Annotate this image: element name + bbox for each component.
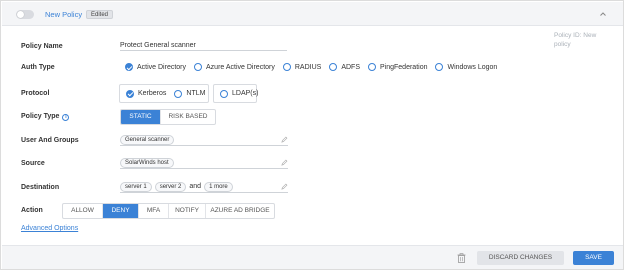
edit-icon[interactable] xyxy=(281,183,288,190)
destination-chip[interactable]: server 2 xyxy=(154,181,187,192)
toggle-knob xyxy=(17,11,24,18)
policy-type-segmented: STATIC RISK BASED xyxy=(120,109,216,125)
info-icon[interactable]: i xyxy=(62,114,70,121)
edited-badge: Edited xyxy=(86,9,114,19)
radio-label: Active Directory xyxy=(137,63,187,71)
radio-label: NTLM xyxy=(186,90,206,97)
radio-label: Azure Active Directory xyxy=(206,63,275,71)
destination-label: Destination xyxy=(21,184,60,191)
policy-type-static[interactable]: STATIC xyxy=(121,110,161,124)
auth-type-windows-logon[interactable]: Windows Logon xyxy=(435,63,497,71)
source-field[interactable]: SolarWinds host xyxy=(120,157,288,169)
user-groups-field[interactable]: General scanner xyxy=(120,134,288,146)
radio-checked-icon xyxy=(125,63,133,71)
user-group-chip[interactable]: General scanner xyxy=(120,134,175,145)
radio-icon xyxy=(220,89,228,98)
destination-and-text: and xyxy=(189,183,202,190)
auth-type-active-directory[interactable]: Active Directory xyxy=(125,63,186,71)
radio-label: Windows Logon xyxy=(447,63,498,71)
auth-type-group: Active Directory Azure Active Directory … xyxy=(125,62,505,72)
source-chip[interactable]: SolarWinds host xyxy=(120,157,174,168)
source-label: Source xyxy=(21,160,45,167)
edit-icon[interactable] xyxy=(281,136,288,143)
protocol-ldap-box: LDAP(s) xyxy=(213,84,259,103)
radio-label: LDAP(s) xyxy=(232,90,259,97)
auth-type-radius[interactable]: RADIUS xyxy=(282,63,322,71)
edit-icon[interactable] xyxy=(281,159,288,166)
protocol-label: Protocol xyxy=(21,90,50,97)
radio-label: Kerberos xyxy=(138,90,167,97)
protocol-kerberos[interactable]: Kerberos xyxy=(126,89,167,98)
policy-enable-toggle[interactable] xyxy=(16,10,34,19)
action-deny[interactable]: DENY xyxy=(103,204,139,218)
save-button[interactable]: SAVE xyxy=(573,251,614,265)
radio-label: ADFS xyxy=(341,63,360,71)
radio-label: PingFederation xyxy=(380,63,428,71)
action-segmented: ALLOW DENY MFA NOTIFY AZURE AD BRIDGE xyxy=(62,203,275,219)
policy-name-input[interactable]: Protect General scanner xyxy=(120,41,287,51)
auth-type-azure-ad[interactable]: Azure Active Directory xyxy=(194,63,275,71)
discard-changes-button[interactable]: DISCARD CHANGES xyxy=(477,251,564,265)
policy-title: New Policy xyxy=(45,10,83,19)
radio-icon xyxy=(435,63,444,71)
action-azure-ad-bridge[interactable]: AZURE AD BRIDGE xyxy=(206,204,274,218)
action-notify[interactable]: NOTIFY xyxy=(169,204,206,218)
advanced-options-link[interactable]: Advanced Options xyxy=(21,225,78,232)
action-mfa[interactable]: MFA xyxy=(139,204,169,218)
policy-type-risk-based[interactable]: RISK BASED xyxy=(161,110,215,124)
policy-name-label: Policy Name xyxy=(21,43,63,50)
trash-icon[interactable] xyxy=(457,253,466,263)
radio-icon xyxy=(174,89,183,98)
policy-footer: DISCARD CHANGES SAVE xyxy=(2,245,623,269)
radio-icon xyxy=(368,63,376,71)
protocol-ldaps[interactable]: LDAP(s) xyxy=(220,89,259,98)
radio-label: RADIUS xyxy=(294,63,322,71)
radio-checked-icon xyxy=(126,89,134,98)
action-allow[interactable]: ALLOW xyxy=(63,204,103,218)
destination-chip[interactable]: server 1 xyxy=(120,181,152,192)
radio-icon xyxy=(282,63,291,71)
destination-more-chip[interactable]: 1 more xyxy=(204,181,233,192)
radio-icon xyxy=(329,63,338,71)
auth-type-pingfederation[interactable]: PingFederation xyxy=(368,63,427,71)
auth-type-adfs[interactable]: ADFS xyxy=(329,63,360,71)
policy-type-label: Policy Type i xyxy=(21,113,70,121)
destination-field[interactable]: server 1 server 2 and 1 more xyxy=(120,181,288,193)
action-label: Action xyxy=(21,207,43,214)
auth-type-label: Auth Type xyxy=(21,64,55,71)
policy-type-label-text: Policy Type xyxy=(21,113,60,120)
protocol-ntlm[interactable]: NTLM xyxy=(174,89,206,98)
radio-icon xyxy=(194,63,203,71)
policy-id: Policy ID: New policy xyxy=(554,32,597,48)
chevron-up-icon[interactable] xyxy=(598,9,608,19)
protocol-group-box: Kerberos NTLM xyxy=(119,84,209,103)
policy-editor: New Policy Edited Policy ID: New policy … xyxy=(0,0,624,270)
policy-header[interactable]: New Policy Edited xyxy=(2,2,623,26)
user-groups-label: User And Groups xyxy=(21,137,79,144)
